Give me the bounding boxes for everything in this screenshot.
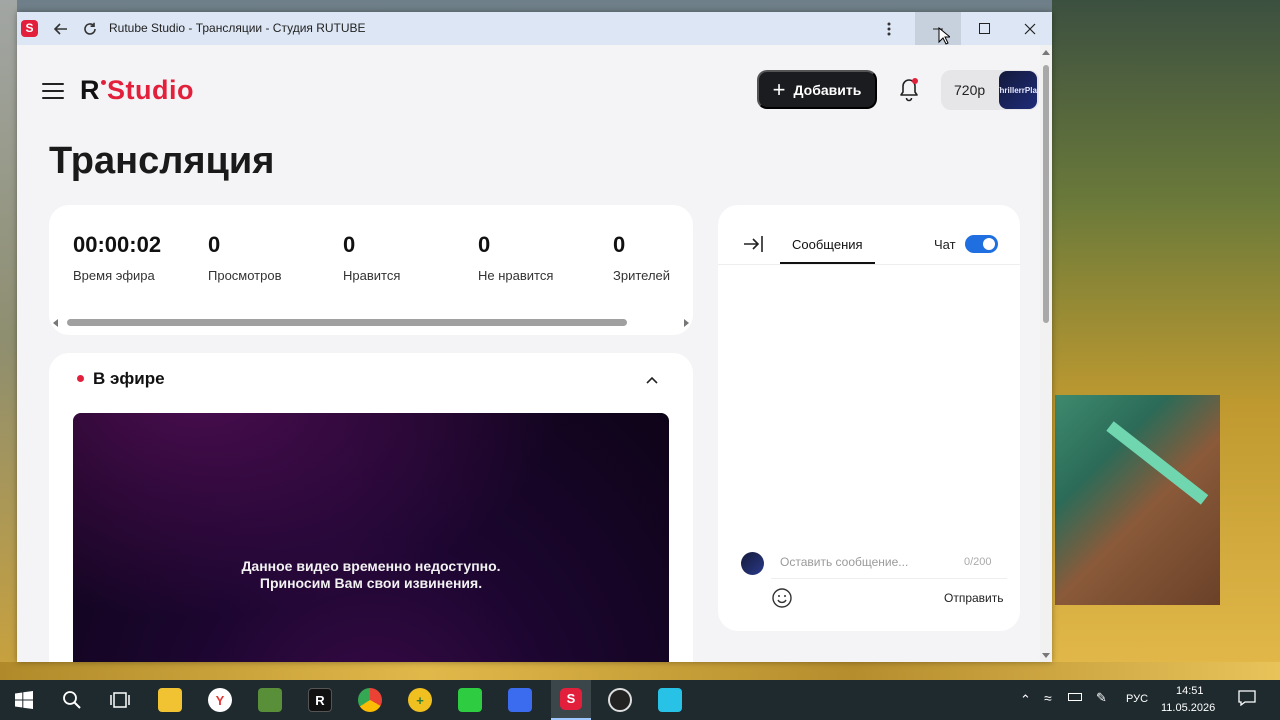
player-unavailable-message: Данное видео временно недоступно. Принос… (73, 558, 669, 592)
emoji-icon[interactable] (771, 587, 793, 609)
search-icon[interactable] (60, 688, 84, 712)
r-app-icon[interactable]: R (308, 688, 332, 712)
collapse-chat-icon[interactable] (742, 234, 764, 254)
live-card: В эфире Данное видео временно недоступно… (49, 353, 693, 662)
title-bar: S Rutube Studio - Трансляции - Студия RU… (17, 12, 1052, 45)
toggle-knob (983, 238, 995, 250)
stat-dislikes: 0 Не нравится (478, 232, 553, 283)
more-vertical-icon[interactable] (879, 19, 899, 39)
video-player[interactable]: Данное видео временно недоступно. Принос… (73, 413, 669, 662)
scroll-left-arrow-icon[interactable] (53, 319, 58, 327)
scroll-up-arrow-icon[interactable] (1042, 50, 1050, 55)
stat-value: 00:00:02 (73, 232, 162, 257)
messenger-icon[interactable] (658, 688, 682, 712)
minecraft-icon[interactable] (258, 688, 282, 712)
reload-icon[interactable] (80, 19, 100, 39)
page-vertical-scrollbar[interactable] (1040, 45, 1052, 662)
scrollbar-thumb[interactable] (67, 319, 627, 326)
maximize-button[interactable] (961, 12, 1007, 45)
stats-card: 00:00:02 Время эфира 0 Просмотров 0 Нрав… (49, 205, 693, 335)
close-icon (1024, 23, 1036, 34)
clock-time[interactable]: 14:51 (1176, 685, 1204, 697)
scrollbar-thumb[interactable] (1043, 65, 1049, 323)
scroll-right-arrow-icon[interactable] (684, 319, 689, 327)
send-button[interactable]: Отправить (944, 591, 1004, 605)
wifi-icon[interactable]: ≈ (1044, 690, 1052, 706)
quality-label: 720p (954, 82, 986, 98)
stat-label: Время эфира (73, 268, 155, 283)
stat-likes: 0 Нравится (343, 232, 400, 283)
player-message-line-1: Данное видео временно недоступно. (241, 558, 501, 574)
file-explorer-icon[interactable] (158, 688, 182, 712)
notifications-icon[interactable] (1238, 690, 1256, 709)
notifications-bell-icon[interactable] (897, 77, 921, 103)
chrome-icon[interactable] (358, 688, 382, 712)
logo-r: R (80, 75, 100, 105)
stat-label: Зрителей (613, 268, 671, 283)
battery-icon[interactable] (1068, 692, 1082, 704)
stats-horizontal-scrollbar[interactable] (53, 318, 689, 328)
scroll-down-arrow-icon[interactable] (1042, 653, 1050, 658)
live-title: В эфире (93, 369, 165, 388)
roblox-studio-icon[interactable] (508, 688, 532, 712)
desktop-wallpaper-bottom (0, 662, 1280, 680)
close-button[interactable] (1007, 12, 1052, 45)
page-title: Трансляция (49, 140, 275, 182)
chat-toggle[interactable] (965, 235, 998, 253)
maximize-icon (978, 23, 990, 34)
stat-label: Нравится (343, 268, 401, 283)
windows-start-icon[interactable] (12, 688, 36, 712)
chat-panel: Сообщения Чат 0/200 Отправить (718, 205, 1020, 631)
add-button[interactable]: + Добавить (757, 70, 877, 109)
message-char-counter: 0/200 (964, 556, 992, 568)
logo-studio: Studio (107, 75, 194, 105)
chevron-up-icon[interactable] (645, 373, 659, 387)
rstudio-logo[interactable]: R Studio (80, 75, 194, 106)
rutube-studio-taskbar-icon[interactable]: S (551, 680, 591, 720)
obs-icon[interactable] (608, 688, 632, 712)
stat-viewers: 0 Зрителей (613, 232, 670, 283)
rutube-studio-app-icon: S (21, 20, 38, 37)
studio-page: RStudio + Добавить 720p ThrillerrPlay Тр… (17, 45, 1040, 662)
chat-header: Сообщения Чат (718, 205, 1020, 265)
stat-label: Не нравится (478, 268, 554, 283)
plus-icon: + (772, 76, 786, 102)
stat-value: 0 (613, 232, 626, 257)
task-view-icon[interactable] (108, 688, 132, 712)
window-title: Rutube Studio - Трансляции - Студия RUTU… (109, 21, 366, 35)
language-indicator[interactable]: РУС (1126, 693, 1148, 705)
browser-window: S Rutube Studio - Трансляции - Студия RU… (17, 12, 1052, 662)
stat-label: Просмотров (208, 268, 282, 283)
desktop-wallpaper-left (0, 0, 17, 680)
add-button-label: Добавить (793, 81, 862, 98)
green-app-icon[interactable] (458, 688, 482, 712)
stat-air-time: 00:00:02 Время эфира (73, 232, 161, 283)
stat-value: 0 (478, 232, 491, 257)
chevron-up-tray-icon[interactable]: ⌃ (1020, 692, 1031, 708)
stat-value: 0 (208, 232, 221, 257)
live-indicator-dot (77, 375, 84, 382)
yandex-browser-icon[interactable]: Y (208, 688, 232, 712)
chat-toggle-label: Чат (934, 237, 956, 252)
mouse-cursor-icon (938, 26, 952, 50)
back-arrow-icon[interactable] (51, 19, 71, 39)
stat-views: 0 Просмотров (208, 232, 282, 283)
user-avatar (741, 552, 764, 575)
quality-selector[interactable]: 720p ThrillerrPlay (941, 70, 1039, 110)
menu-hamburger-icon[interactable] (42, 83, 64, 99)
plus-app-icon[interactable]: + (408, 688, 432, 712)
taskbar: Y R + S ⌃ ≈ ✎ РУС 14:51 11.05.2026 (0, 680, 1280, 720)
channel-avatar[interactable]: ThrillerrPlay (999, 71, 1037, 109)
tab-messages[interactable]: Сообщения (780, 237, 875, 264)
clock-date[interactable]: 11.05.2026 (1161, 702, 1215, 714)
stat-value: 0 (343, 232, 356, 257)
player-message-line-2: Приносим Вам свои извинения. (259, 575, 483, 591)
logo-dot (101, 80, 106, 85)
pen-icon[interactable]: ✎ (1096, 690, 1107, 706)
